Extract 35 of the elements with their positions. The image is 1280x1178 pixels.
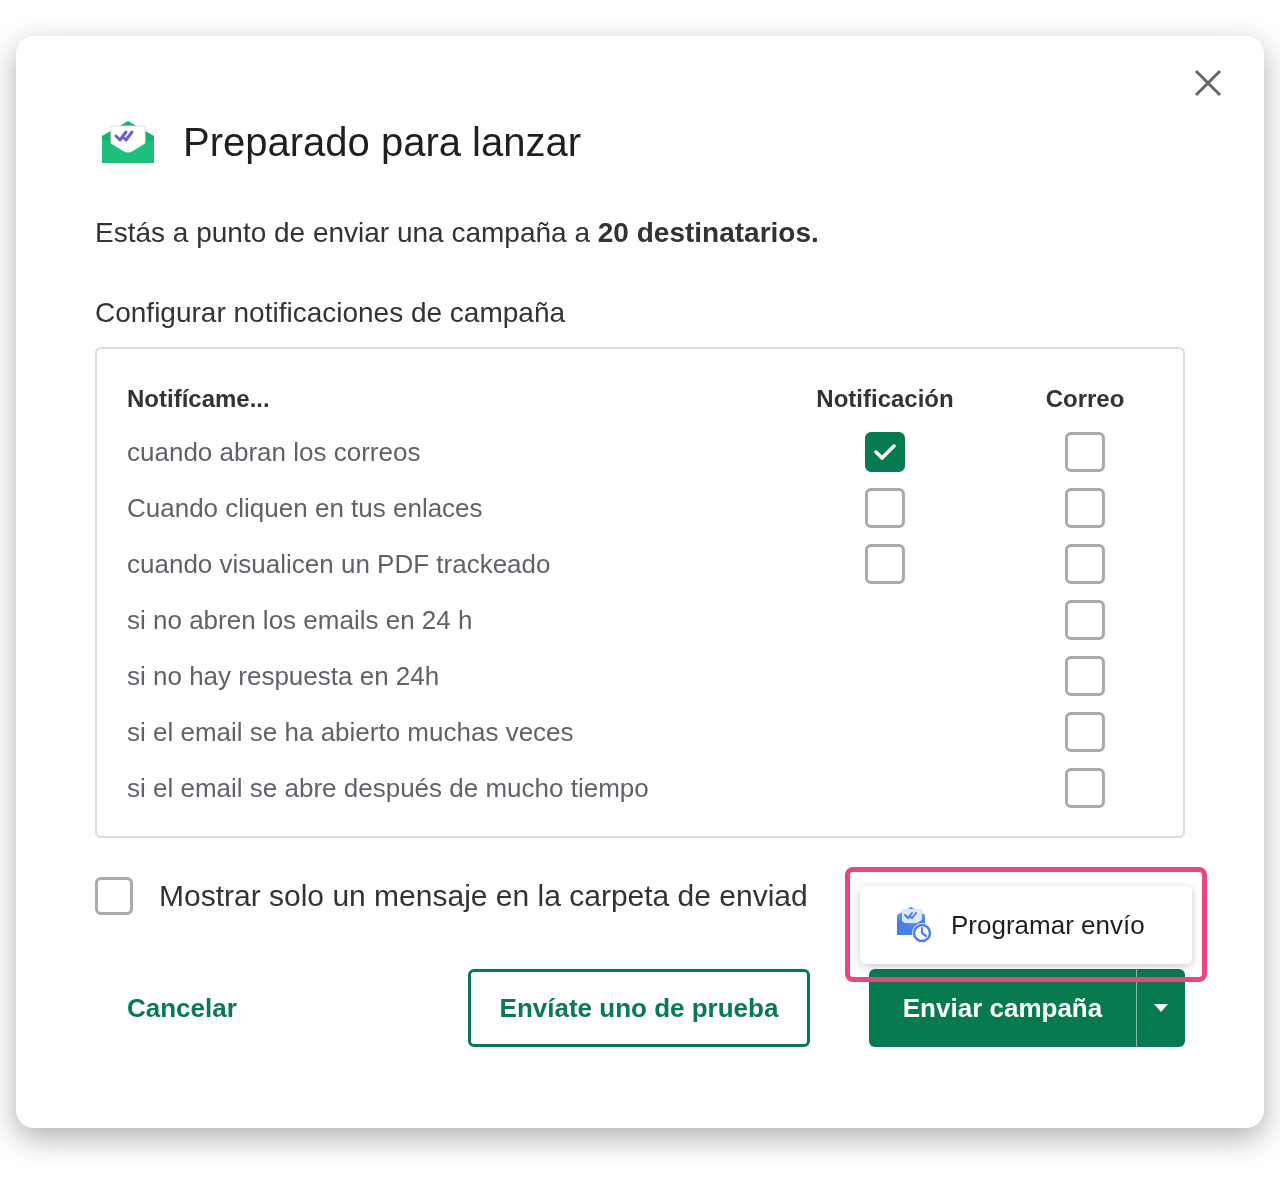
row-label: cuando abran los correos (127, 435, 421, 469)
envelope-clock-icon (895, 905, 935, 945)
row-label: cuando visualicen un PDF trackeado (127, 547, 551, 581)
row-label: si el email se abre después de mucho tiempo (127, 771, 649, 805)
checkbox[interactable] (1065, 656, 1105, 696)
checkbox[interactable] (1065, 432, 1105, 472)
option-label: Mostrar solo un mensaje en la carpeta de enviad (159, 878, 808, 914)
checkbox[interactable] (865, 432, 905, 472)
envelope-icon (102, 121, 154, 163)
checkbox[interactable] (1065, 544, 1105, 584)
close-icon (1194, 69, 1222, 97)
column-header: Correo (1045, 384, 1125, 414)
menu-item[interactable]: Programar envío (860, 886, 1192, 964)
send-campaign-button[interactable]: Enviar campaña (869, 969, 1136, 1047)
row-label: si no abren los emails en 24 h (127, 603, 473, 637)
checkbox[interactable] (1065, 488, 1105, 528)
checkmark-icon (874, 443, 896, 461)
cancel-button[interactable]: Cancelar (95, 969, 269, 1047)
column-header: Notifícame... (127, 384, 270, 414)
row-label: si el email se ha abierto muchas veces (127, 715, 574, 749)
test-send-button[interactable]: Envíate uno de prueba (468, 969, 810, 1047)
summary-text: Estás a punto de enviar una campaña a 20 destinatarios. (95, 216, 820, 250)
checkbox[interactable] (1065, 600, 1105, 640)
section-heading: Configurar notificaciones de campaña (95, 296, 567, 330)
checkbox[interactable] (1065, 768, 1105, 808)
checkbox[interactable] (1065, 712, 1105, 752)
checkbox[interactable] (865, 544, 905, 584)
checkbox[interactable] (95, 877, 133, 915)
column-header: Notificación (816, 384, 954, 414)
dialog-title: Preparado para lanzar (183, 119, 582, 166)
caret-icon (1154, 1004, 1168, 1012)
row-label: Cuando cliquen en tus enlaces (127, 491, 483, 525)
row-label: si no hay respuesta en 24h (127, 659, 440, 693)
dropdown-button[interactable] (1137, 969, 1185, 1047)
checkbox[interactable] (865, 488, 905, 528)
